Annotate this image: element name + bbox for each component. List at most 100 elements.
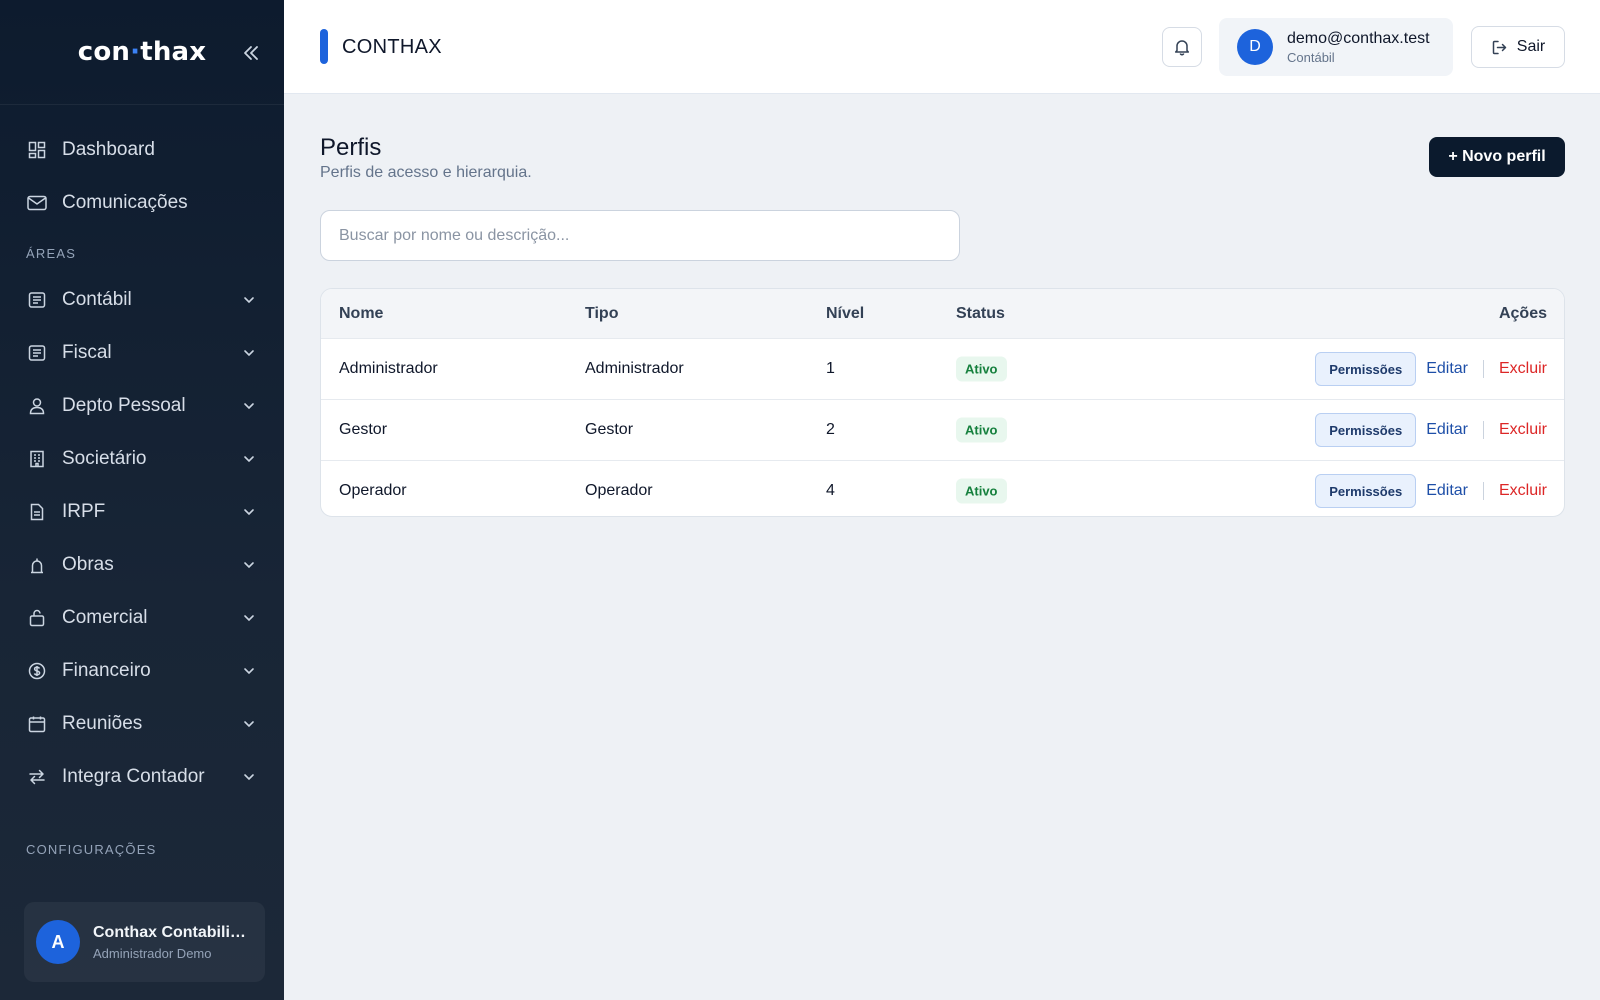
cell-tipo: Administrador [585,360,684,377]
logo-text-right: thax [140,37,207,67]
bag-icon [26,607,48,629]
column-header-status[interactable]: Status [956,305,1005,323]
brand-title: CONTHAX [342,36,442,58]
construction-icon [26,554,48,576]
chevron-down-icon [240,556,258,574]
sidebar-item-label: IRPF [62,500,106,522]
cell-nivel: 1 [826,360,835,377]
person-icon [26,395,48,417]
sidebar-item-label: Dashboard [62,138,155,160]
delete-link[interactable]: Excluir [1499,482,1547,500]
sidebar-item-contabil[interactable]: Contábil [0,273,284,326]
sidebar-user-name: Conthax Contabilidade [93,923,251,941]
money-icon [26,660,48,682]
logout-icon [1491,39,1508,56]
sidebar-item-dashboard[interactable]: Dashboard [0,123,284,176]
edit-link[interactable]: Editar [1426,482,1468,500]
avatar: D [1237,29,1273,65]
sidebar: con·thax Dashboard Comunicações ÁREAS Co… [0,0,284,1000]
sidebar-item-label: Financeiro [62,659,151,681]
sidebar-user-card[interactable]: A Conthax Contabilidade Administrador De… [24,902,265,982]
user-menu[interactable]: D demo@conthax.test Contábil [1219,18,1453,76]
edit-link[interactable]: Editar [1426,421,1468,439]
cell-nome: Gestor [339,421,388,438]
page-subtitle: Perfis de acesso e hierarquia. [320,164,532,181]
sidebar-item-reunioes[interactable]: Reuniões [0,697,284,750]
permissions-button[interactable]: Permissões [1315,474,1417,508]
chevron-down-icon [240,291,258,309]
chevron-down-icon [240,715,258,733]
collapse-sidebar-button[interactable] [238,40,264,66]
arrows-icon [26,766,48,788]
sidebar-item-label: Fiscal [62,341,112,363]
cell-nome: Operador [339,482,407,499]
sidebar-item-comunicacoes[interactable]: Comunicações [0,176,284,229]
user-email: demo@conthax.test [1287,29,1430,47]
status-badge: Ativo [956,478,1007,504]
logout-label: Sair [1516,38,1546,55]
sidebar-item-integra-contador[interactable]: Integra Contador [0,750,284,803]
cell-nome: Administrador [339,360,438,377]
table-row: Operador Operador 4 Ativo Permissões Edi… [321,460,1564,516]
status-badge: Ativo [956,356,1007,382]
page-title: Perfis [320,134,382,161]
chevron-down-icon [240,609,258,627]
calendar-icon [26,713,48,735]
permissions-button[interactable]: Permissões [1315,413,1417,447]
sidebar-item-irpf[interactable]: IRPF [0,485,284,538]
sidebar-item-label: Integra Contador [62,765,205,787]
chevron-down-icon [240,662,258,680]
chevron-down-icon [240,397,258,415]
document-icon [26,501,48,523]
user-role: Contábil [1287,49,1335,65]
sidebar-item-fiscal[interactable]: Fiscal [0,326,284,379]
chevron-down-icon [240,768,258,786]
sidebar-item-label: Depto Pessoal [62,394,186,416]
sidebar-item-label: Obras [62,553,114,575]
sidebar-item-label: Comercial [62,606,148,628]
sidebar-item-obras[interactable]: Obras [0,538,284,591]
search-input[interactable] [320,210,960,261]
table-header: Nome Tipo Nível Status Ações [321,289,1564,338]
status-badge: Ativo [956,417,1007,443]
sidebar-item-depto-pessoal[interactable]: Depto Pessoal [0,379,284,432]
edit-link[interactable]: Editar [1426,360,1468,378]
sidebar-item-label: Reuniões [62,712,143,734]
cell-tipo: Gestor [585,421,634,438]
delete-link[interactable]: Excluir [1499,360,1547,378]
ledger-icon [26,342,48,364]
logo[interactable]: con·thax [78,37,207,67]
bell-icon [1174,40,1190,56]
column-header-nivel[interactable]: Nível [826,305,864,323]
section-label-areas: ÁREAS [26,245,77,261]
topbar: CONTHAX D demo@conthax.test Contábil Sai… [284,0,1600,94]
column-header-nome[interactable]: Nome [339,305,383,323]
sidebar-header: con·thax [0,0,284,105]
column-header-tipo[interactable]: Tipo [585,305,618,323]
divider [1482,482,1484,500]
sidebar-item-label: Contábil [62,288,132,310]
main-content: Perfis Perfis de acesso e hierarquia. + … [284,94,1600,1000]
profiles-table: Nome Tipo Nível Status Ações Administrad… [320,288,1565,517]
cell-nivel: 4 [826,482,835,499]
column-header-acoes: Ações [1498,304,1547,322]
divider [1482,421,1484,439]
avatar: A [36,920,80,964]
sidebar-item-label: Comunicações [62,191,188,213]
sidebar-item-financeiro[interactable]: Financeiro [0,644,284,697]
dashboard-icon [26,139,48,161]
sidebar-item-societario[interactable]: Societário [0,432,284,485]
mail-icon [26,192,48,214]
logout-button[interactable]: Sair [1471,26,1565,68]
cell-nivel: 2 [826,421,835,438]
cell-tipo: Operador [585,482,653,499]
table-row: Administrador Administrador 1 Ativo Perm… [321,338,1564,399]
sidebar-nav: Dashboard Comunicações ÁREAS Contábil Fi… [0,105,284,869]
notifications-button[interactable] [1162,27,1202,67]
permissions-button[interactable]: Permissões [1315,352,1417,386]
chevron-down-icon [240,344,258,362]
sidebar-item-comercial[interactable]: Comercial [0,591,284,644]
section-label-configuracoes: CONFIGURAÇÕES [26,841,157,857]
new-profile-button[interactable]: + Novo perfil [1429,137,1565,177]
delete-link[interactable]: Excluir [1499,421,1547,439]
